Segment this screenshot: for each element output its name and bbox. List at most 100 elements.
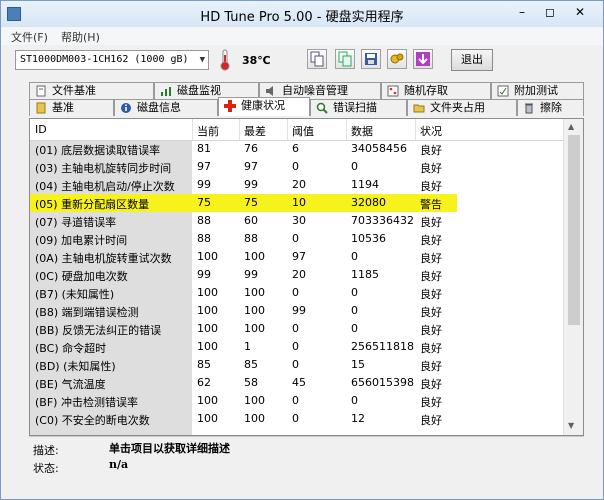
save-icon[interactable]	[361, 49, 381, 69]
cell-status: 良好	[420, 162, 442, 175]
table-row[interactable]: (BD) (未知属性) 85 85 0 15 良好	[30, 356, 563, 374]
drive-select-value: ST1000DM003-1CH162 (1000 gB)	[20, 54, 189, 65]
maximize-icon[interactable]: ◻	[537, 2, 563, 22]
cell-thr: 0	[292, 340, 299, 353]
cell-status: 良好	[420, 396, 442, 409]
options-icon[interactable]	[387, 49, 407, 69]
cell-worst: 75	[244, 196, 258, 209]
tab-error-scan[interactable]: 错误扫描	[310, 99, 407, 116]
tab-disk-info[interactable]: 磁盘信息	[114, 99, 218, 116]
cell-worst: 60	[244, 214, 258, 227]
scroll-up-icon[interactable]: ▲	[568, 122, 574, 131]
cell-cur: 85	[197, 358, 211, 371]
download-icon[interactable]	[413, 49, 433, 69]
cell-worst: 99	[244, 178, 258, 191]
tab-error-scan-label: 错误扫描	[333, 101, 377, 114]
table-row[interactable]: (B7) (未知属性) 100 100 0 0 良好	[30, 284, 563, 302]
table-row[interactable]: (C0) 不安全的断电次数 100 100 0 12 良好	[30, 410, 563, 428]
table-row[interactable]: (BE) 气流温度 62 58 45 656015398 良好	[30, 374, 563, 392]
tab-random-access[interactable]: 随机存取	[381, 82, 491, 99]
cell-worst: 100	[244, 322, 265, 335]
cell-cur: 99	[197, 268, 211, 281]
tab-erase[interactable]: 擦除	[517, 99, 584, 116]
table-row[interactable]: (0A) 主轴电机旋转重试次数 100 100 97 0 良好	[30, 248, 563, 266]
cell-thr: 0	[292, 286, 299, 299]
scroll-down-icon[interactable]: ▼	[568, 421, 574, 430]
menu-file[interactable]: 文件(F)	[11, 29, 48, 45]
exit-button[interactable]: 退出	[451, 49, 493, 71]
tab-benchmark[interactable]: 基准	[29, 99, 114, 116]
tab-folder-usage-label: 文件夹占用	[430, 101, 485, 114]
health-cross-icon	[224, 100, 236, 112]
divider	[29, 436, 584, 437]
cell-data: 256511818	[351, 340, 414, 353]
benchmark-icon	[36, 102, 46, 114]
cell-status: 良好	[420, 288, 442, 301]
chart-icon	[161, 87, 171, 96]
cell-id: (BF) 冲击检测错误率	[35, 396, 138, 409]
minimize-icon[interactable]: –	[509, 2, 535, 22]
cell-worst: 97	[244, 160, 258, 173]
cell-status: 良好	[420, 306, 442, 319]
cell-data: 32080	[351, 196, 386, 209]
cell-worst: 100	[244, 250, 265, 263]
table-row[interactable]: (05) 重新分配扇区数量 75 75 10 32080 警告	[30, 194, 563, 212]
cell-cur: 88	[197, 232, 211, 245]
cell-data: 0	[351, 250, 358, 263]
cell-id: (B8) 端到端错误检测	[35, 306, 139, 319]
folder-icon	[413, 104, 425, 113]
col-status[interactable]: 状况	[420, 123, 442, 139]
cell-data: 15	[351, 358, 365, 371]
vertical-scrollbar[interactable]: ▲ ▼	[563, 119, 583, 435]
cell-status: 良好	[420, 252, 442, 265]
cell-id: (C0) 不安全的断电次数	[35, 414, 150, 427]
scroll-thumb[interactable]	[568, 135, 580, 325]
cell-id: (BC) 命令超时	[35, 342, 107, 355]
close-icon[interactable]: ✕	[567, 2, 593, 22]
cell-cur: 97	[197, 160, 211, 173]
menu-bar: 文件(F) 帮助(H)	[1, 27, 603, 45]
col-data[interactable]: 数据	[351, 123, 373, 139]
tab-extra-tests[interactable]: 附加测试	[491, 82, 584, 99]
drive-select[interactable]: ST1000DM003-1CH162 (1000 gB) ▼	[15, 50, 209, 70]
col-worst[interactable]: 最差	[244, 123, 266, 139]
table-row[interactable]	[30, 428, 563, 435]
cell-cur: 81	[197, 142, 211, 155]
cell-thr: 0	[292, 358, 299, 371]
table-row[interactable]: (01) 底层数据读取错误率 81 76 6 34058456 良好	[30, 140, 563, 158]
table-row[interactable]: (09) 加电累计时间 88 88 0 10536 良好	[30, 230, 563, 248]
tab-file-benchmark[interactable]: 文件基准	[29, 82, 154, 99]
table-row[interactable]: (07) 寻道错误率 88 60 30 703336432 良好	[30, 212, 563, 230]
table-header: ID 当前 最差 阈值 数据 状况	[30, 119, 563, 141]
col-id[interactable]: ID	[35, 123, 47, 136]
copy-all-icon[interactable]	[335, 49, 355, 69]
cell-data: 12	[351, 412, 365, 425]
cell-thr: 45	[292, 376, 306, 389]
table-row[interactable]: (03) 主轴电机旋转同步时间 97 97 0 0 良好	[30, 158, 563, 176]
table-row[interactable]: (BC) 命令超时 100 1 0 256511818 良好	[30, 338, 563, 356]
cell-cur: 99	[197, 178, 211, 191]
table-row[interactable]: (04) 主轴电机启动/停止次数 99 99 20 1194 良好	[30, 176, 563, 194]
table-row[interactable]: (0C) 硬盘加电次数 99 99 20 1185 良好	[30, 266, 563, 284]
cell-worst: 88	[244, 232, 258, 245]
tab-benchmark-label: 基准	[52, 101, 74, 114]
cell-data: 0	[351, 304, 358, 317]
tab-folder-usage[interactable]: 文件夹占用	[407, 99, 517, 116]
cell-worst: 1	[244, 340, 251, 353]
cell-data: 0	[351, 394, 358, 407]
thermometer-icon	[220, 49, 230, 71]
menu-help[interactable]: 帮助(H)	[61, 29, 100, 45]
cell-status: 良好	[420, 360, 442, 373]
table-row[interactable]: (BF) 冲击检测错误率 100 100 0 0 良好	[30, 392, 563, 410]
random-access-icon	[387, 85, 399, 97]
copy-icon[interactable]	[307, 49, 327, 69]
temperature-readout: 38℃	[242, 54, 271, 67]
cell-id: (BD) (未知属性)	[35, 360, 116, 373]
col-threshold[interactable]: 阈值	[292, 123, 314, 139]
tab-health[interactable]: 健康状况	[218, 97, 310, 116]
table-row[interactable]: (B8) 端到端错误检测 100 100 99 0 良好	[30, 302, 563, 320]
table-row[interactable]: (BB) 反馈无法纠正的错误 100 100 0 0 良好	[30, 320, 563, 338]
extra-tests-icon	[497, 85, 509, 97]
col-current[interactable]: 当前	[197, 123, 219, 139]
cell-status: 良好	[420, 216, 442, 229]
